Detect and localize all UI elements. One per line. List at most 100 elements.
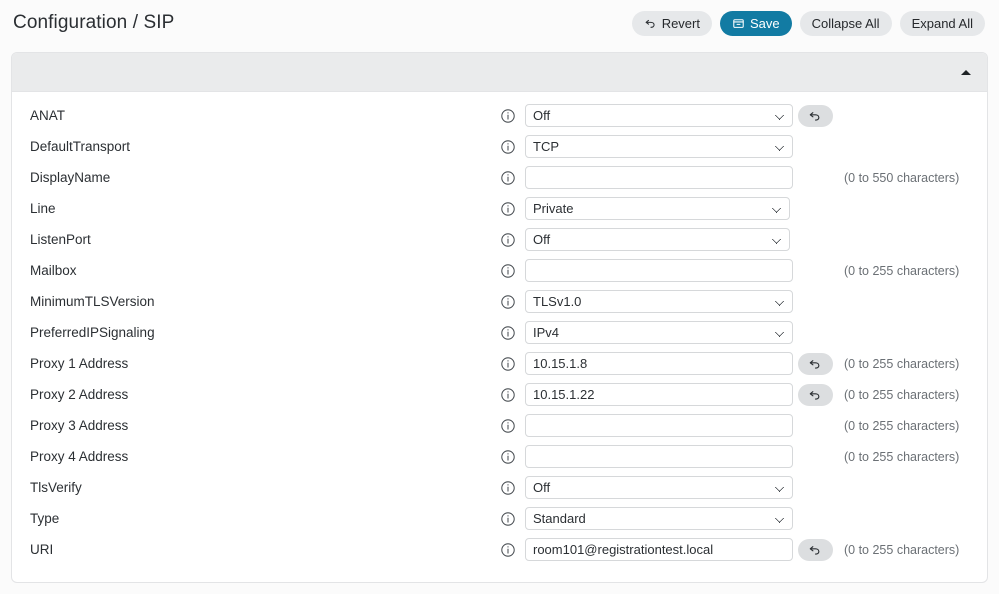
setting-label: ANAT xyxy=(30,108,66,123)
setting-row-tlsverify: TlsVerify OffOn xyxy=(12,472,987,503)
select-preferredipsignaling[interactable]: IPv4IPv6 xyxy=(525,321,793,344)
control-wrapper xyxy=(525,414,793,437)
control-wrapper: TLSv1.0TLSv1.1TLSv1.2TLSv1.3 xyxy=(525,290,793,313)
undo-icon xyxy=(808,543,822,557)
info-icon[interactable] xyxy=(500,511,516,527)
setting-row-proxy-3-address: Proxy 3 Address (0 to 255 characters) xyxy=(12,410,987,441)
input-proxy-4-address[interactable] xyxy=(525,445,793,468)
button-label: Revert xyxy=(661,15,700,31)
setting-row-defaulttransport: DefaultTransport TCPUDPTLSAuto xyxy=(12,131,987,162)
setting-label: DefaultTransport xyxy=(30,139,131,154)
setting-row-displayname: DisplayName (0 to 550 characters) xyxy=(12,162,987,193)
setting-label: MinimumTLSVersion xyxy=(30,294,155,309)
info-icon[interactable] xyxy=(500,325,516,341)
button-label: Expand All xyxy=(911,15,973,31)
select-tlsverify[interactable]: OffOn xyxy=(525,476,793,499)
revert-field-button-proxy-1-address[interactable] xyxy=(797,352,833,375)
info-icon[interactable] xyxy=(500,480,516,496)
save-icon xyxy=(732,17,745,30)
button-label: Save xyxy=(749,15,780,31)
expand-all-button[interactable]: Expand All xyxy=(899,10,985,36)
settings-list: ANAT OffOn DefaultTransport TCPUDPTLSAuto Di… xyxy=(12,92,987,575)
info-icon[interactable] xyxy=(500,201,516,217)
setting-label: DisplayName xyxy=(30,170,111,185)
input-mailbox[interactable] xyxy=(525,259,793,282)
setting-row-type: Type StandardLine xyxy=(12,503,987,534)
setting-label: PreferredIPSignaling xyxy=(30,325,155,340)
info-icon[interactable] xyxy=(500,139,516,155)
setting-label: Proxy 1 Address xyxy=(30,356,129,371)
setting-label: Proxy 2 Address xyxy=(30,387,129,402)
setting-row-proxy-1-address: Proxy 1 Address (0 to 255 characters) xyxy=(12,348,987,379)
input-proxy-2-address[interactable] xyxy=(525,383,793,406)
info-icon[interactable] xyxy=(500,170,516,186)
info-icon[interactable] xyxy=(500,418,516,434)
setting-row-minimumtlsversion: MinimumTLSVersion TLSv1.0TLSv1.1TLSv1.2TL… xyxy=(12,286,987,317)
revert-field-button-anat[interactable] xyxy=(797,104,833,127)
info-icon[interactable] xyxy=(500,232,516,248)
button-label: Collapse All xyxy=(811,15,880,31)
setting-row-preferredipsignaling: PreferredIPSignaling IPv4IPv6 xyxy=(12,317,987,348)
revert-slot xyxy=(793,446,837,468)
revert-field-button-proxy-2-address[interactable] xyxy=(797,383,833,406)
setting-label: Proxy 4 Address xyxy=(30,449,129,464)
info-icon[interactable] xyxy=(500,356,516,372)
revert-slot xyxy=(793,229,837,251)
revert-slot xyxy=(793,352,837,375)
caret-up-glyph xyxy=(961,69,971,75)
revert-slot xyxy=(793,260,837,282)
revert-slot xyxy=(793,167,837,189)
select-minimumtlsversion[interactable]: TLSv1.0TLSv1.1TLSv1.2TLSv1.3 xyxy=(525,290,793,313)
info-icon[interactable] xyxy=(500,387,516,403)
input-uri[interactable] xyxy=(525,538,793,561)
control-wrapper xyxy=(525,383,793,406)
select-line[interactable]: PrivateShared xyxy=(525,197,790,220)
select-listenport[interactable]: OffOnAuto xyxy=(525,228,790,251)
info-icon[interactable] xyxy=(500,263,516,279)
revert-field-button-uri[interactable] xyxy=(797,538,833,561)
undo-icon xyxy=(808,109,822,123)
info-icon[interactable] xyxy=(500,542,516,558)
save-button[interactable]: Save xyxy=(719,10,792,36)
input-proxy-1-address[interactable] xyxy=(525,352,793,375)
setting-label: TlsVerify xyxy=(30,480,82,495)
control-wrapper: StandardLine xyxy=(525,507,793,530)
caret-up-icon[interactable] xyxy=(958,64,974,80)
info-icon[interactable] xyxy=(500,449,516,465)
revert-slot xyxy=(793,322,837,344)
revert-slot xyxy=(793,508,837,530)
character-limit-hint: (0 to 550 characters) xyxy=(844,170,960,185)
control-wrapper xyxy=(525,445,793,468)
character-limit-hint: (0 to 255 characters) xyxy=(844,387,960,402)
page-title: Configuration / SIP xyxy=(13,12,175,33)
character-limit-hint: (0 to 255 characters) xyxy=(844,449,960,464)
character-limit-hint: (0 to 255 characters) xyxy=(844,418,960,433)
select-anat[interactable]: OffOn xyxy=(525,104,793,127)
info-icon[interactable] xyxy=(500,294,516,310)
revert-button[interactable]: Revert xyxy=(631,10,712,36)
setting-row-line: Line PrivateShared xyxy=(12,193,987,224)
select-defaulttransport[interactable]: TCPUDPTLSAuto xyxy=(525,135,793,158)
setting-label: Mailbox xyxy=(30,263,77,278)
setting-row-uri: URI (0 to 255 characters) xyxy=(12,534,987,565)
undo-icon xyxy=(808,357,822,371)
control-wrapper: IPv4IPv6 xyxy=(525,321,793,344)
revert-slot xyxy=(793,198,837,220)
select-type[interactable]: StandardLine xyxy=(525,507,793,530)
collapse-all-button[interactable]: Collapse All xyxy=(799,10,892,36)
revert-slot xyxy=(793,291,837,313)
revert-slot xyxy=(793,538,837,561)
control-wrapper xyxy=(525,538,793,561)
setting-label: Proxy 3 Address xyxy=(30,418,129,433)
setting-label: URI xyxy=(30,542,54,557)
input-displayname[interactable] xyxy=(525,166,793,189)
revert-slot xyxy=(793,136,837,158)
setting-row-proxy-2-address: Proxy 2 Address (0 to 255 characters) xyxy=(12,379,987,410)
info-icon[interactable] xyxy=(500,108,516,124)
control-wrapper: OffOn xyxy=(525,476,793,499)
control-wrapper xyxy=(525,352,793,375)
character-limit-hint: (0 to 255 characters) xyxy=(844,263,960,278)
character-limit-hint: (0 to 255 characters) xyxy=(844,542,960,557)
setting-row-proxy-4-address: Proxy 4 Address (0 to 255 characters) xyxy=(12,441,987,472)
input-proxy-3-address[interactable] xyxy=(525,414,793,437)
